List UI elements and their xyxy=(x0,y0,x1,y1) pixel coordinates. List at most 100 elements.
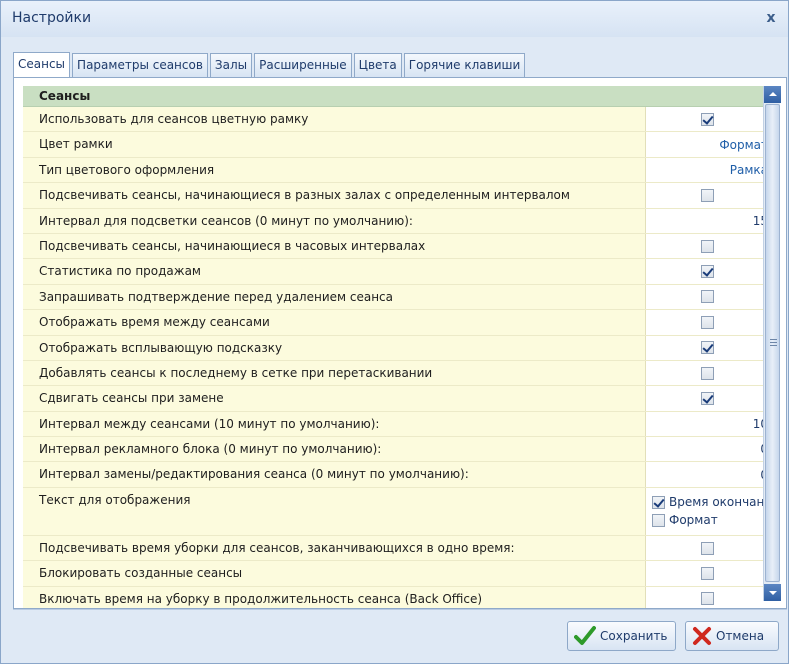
property-row[interactable]: Статистика по продажам xyxy=(23,259,770,285)
property-name: Подсвечивать сеансы, начинающиеся в часо… xyxy=(23,233,646,259)
property-value[interactable] xyxy=(646,284,770,310)
property-row[interactable]: Интервал рекламного блока (0 минут по ум… xyxy=(23,437,770,463)
tab-1[interactable]: Параметры сеансов xyxy=(72,53,208,77)
save-button[interactable]: Сохранить xyxy=(567,621,676,651)
property-row[interactable]: Подсвечивать сеансы, начинающиеся в часо… xyxy=(23,233,770,260)
property-value[interactable] xyxy=(646,233,770,259)
checkbox[interactable] xyxy=(700,366,714,380)
property-row[interactable]: Включать время на уборку в продолжительн… xyxy=(23,586,770,608)
checkbox[interactable] xyxy=(700,239,714,253)
save-button-label: Сохранить xyxy=(600,629,668,643)
property-name: Интервал между сеансами (10 минут по умо… xyxy=(23,411,646,437)
tab-2[interactable]: Залы xyxy=(209,53,253,77)
property-grid: Сеансы Использовать для сеансов цветную … xyxy=(23,86,770,608)
property-name: Включать время на уборку в продолжительн… xyxy=(23,586,646,608)
property-row[interactable]: Отображать время между сеансами xyxy=(23,310,770,336)
property-row[interactable]: Интервал для подсветки сеансов (0 минут … xyxy=(23,208,770,234)
cancel-button-label: Отмена xyxy=(716,629,765,643)
property-name: Использовать для сеансов цветную рамку xyxy=(23,107,646,132)
property-value[interactable] xyxy=(646,386,770,411)
scroll-thumb[interactable] xyxy=(765,104,780,582)
checkbox[interactable] xyxy=(700,188,714,202)
checkbox[interactable] xyxy=(652,513,665,527)
property-value[interactable]: Рамка xyxy=(646,157,770,183)
property-row[interactable]: Подсвечивать время уборки для сеансов, з… xyxy=(23,535,770,562)
property-row[interactable]: Интервал замены/редактирования сеанса (0… xyxy=(23,462,770,488)
property-name: Статистика по продажам xyxy=(23,259,646,284)
property-row[interactable]: Отображать всплывающую подсказку xyxy=(23,335,770,361)
grip-icon xyxy=(770,339,777,346)
option-item[interactable]: Формат xyxy=(652,513,718,527)
property-row[interactable]: Интервал между сеансами (10 минут по умо… xyxy=(23,411,770,438)
property-name: Подсвечивать время уборки для сеансов, з… xyxy=(23,535,646,561)
scroll-up-icon[interactable] xyxy=(764,86,781,103)
property-value[interactable] xyxy=(646,561,770,586)
vertical-scrollbar[interactable] xyxy=(763,86,781,601)
property-value[interactable] xyxy=(646,310,770,335)
red-x-icon xyxy=(693,627,711,645)
settings-window: Настройки x Сеансы Параметры сеансов Залы Р… xyxy=(0,0,789,664)
footer-divider xyxy=(13,609,787,610)
property-value[interactable] xyxy=(646,535,770,561)
checkbox[interactable] xyxy=(700,391,714,405)
property-value[interactable]: 0 xyxy=(646,462,770,487)
option-item[interactable]: Время окончан xyxy=(652,495,764,509)
property-row[interactable]: Подсвечивать сеансы, начинающиеся в разн… xyxy=(23,183,770,209)
property-row[interactable]: Запрашивать подтверждение перед удаление… xyxy=(23,284,770,311)
property-name: Отображать время между сеансами xyxy=(23,310,646,335)
checkbox[interactable] xyxy=(700,541,714,555)
option-label: Формат xyxy=(669,513,718,528)
checkbox[interactable] xyxy=(700,112,714,126)
title-bar: Настройки x xyxy=(1,1,788,37)
property-value[interactable] xyxy=(646,183,770,208)
property-name: Отображать всплывающую подсказку xyxy=(23,335,646,360)
checkbox[interactable] xyxy=(700,315,714,329)
property-name: Текст для отображения xyxy=(23,487,646,535)
tab-4[interactable]: Цвета xyxy=(353,53,402,77)
property-name: Цвет рамки xyxy=(23,132,646,157)
category-header[interactable]: Сеансы xyxy=(23,86,770,107)
tab-0[interactable]: Сеансы xyxy=(13,52,71,78)
property-row[interactable]: Тип цветового оформления Рамка xyxy=(23,157,770,184)
property-value[interactable] xyxy=(646,335,770,360)
property-name: Интервал замены/редактирования сеанса (0… xyxy=(23,462,646,487)
window-title: Настройки xyxy=(12,10,92,26)
property-row[interactable]: Сдвигать сеансы при замене xyxy=(23,386,770,412)
property-value[interactable]: Формат xyxy=(646,132,770,157)
tab-3[interactable]: Расширенные xyxy=(254,53,352,77)
property-value[interactable]: Время окончан Формат xyxy=(646,487,770,535)
checkbox[interactable] xyxy=(652,495,665,509)
close-icon[interactable]: x xyxy=(760,7,782,29)
tab-5[interactable]: Горячие клавиши xyxy=(403,53,526,77)
scroll-down-icon[interactable] xyxy=(764,584,781,601)
property-name: Тип цветового оформления xyxy=(23,157,646,183)
property-row[interactable]: Цвет рамки Формат xyxy=(23,132,770,158)
property-value[interactable] xyxy=(646,360,770,386)
property-name: Интервал для подсветки сеансов (0 минут … xyxy=(23,208,646,233)
option-label: Время окончан xyxy=(669,495,765,510)
property-row[interactable]: Блокировать созданные сеансы xyxy=(23,561,770,587)
checkbox[interactable] xyxy=(700,566,714,580)
property-name: Блокировать созданные сеансы xyxy=(23,561,646,586)
checkbox[interactable] xyxy=(700,341,714,355)
green-check-icon xyxy=(574,626,596,645)
checkbox[interactable] xyxy=(700,265,714,279)
property-row[interactable]: Добавлять сеансы к последнему в сетке пр… xyxy=(23,360,770,387)
property-name: Запрашивать подтверждение перед удаление… xyxy=(23,284,646,310)
property-row[interactable]: Использовать для сеансов цветную рамку xyxy=(23,107,770,133)
cancel-button[interactable]: Отмена xyxy=(685,621,779,651)
property-value[interactable] xyxy=(646,586,770,608)
property-grid-frame: Сеансы Использовать для сеансов цветную … xyxy=(13,77,787,609)
property-name: Подсвечивать сеансы, начинающиеся в разн… xyxy=(23,183,646,208)
property-value[interactable] xyxy=(646,259,770,284)
property-name: Сдвигать сеансы при замене xyxy=(23,386,646,411)
property-value[interactable]: 0 xyxy=(646,437,770,462)
property-name: Добавлять сеансы к последнему в сетке пр… xyxy=(23,360,646,386)
checkbox[interactable] xyxy=(700,290,714,304)
tab-strip: Сеансы Параметры сеансов Залы Расширенные Цв… xyxy=(13,52,526,78)
property-value[interactable] xyxy=(646,107,770,132)
checkbox[interactable] xyxy=(700,592,714,606)
property-value[interactable]: 15 xyxy=(646,208,770,233)
property-row[interactable]: Текст для отображения Время окончан Формат xyxy=(23,487,770,536)
property-value[interactable]: 10 xyxy=(646,411,770,437)
